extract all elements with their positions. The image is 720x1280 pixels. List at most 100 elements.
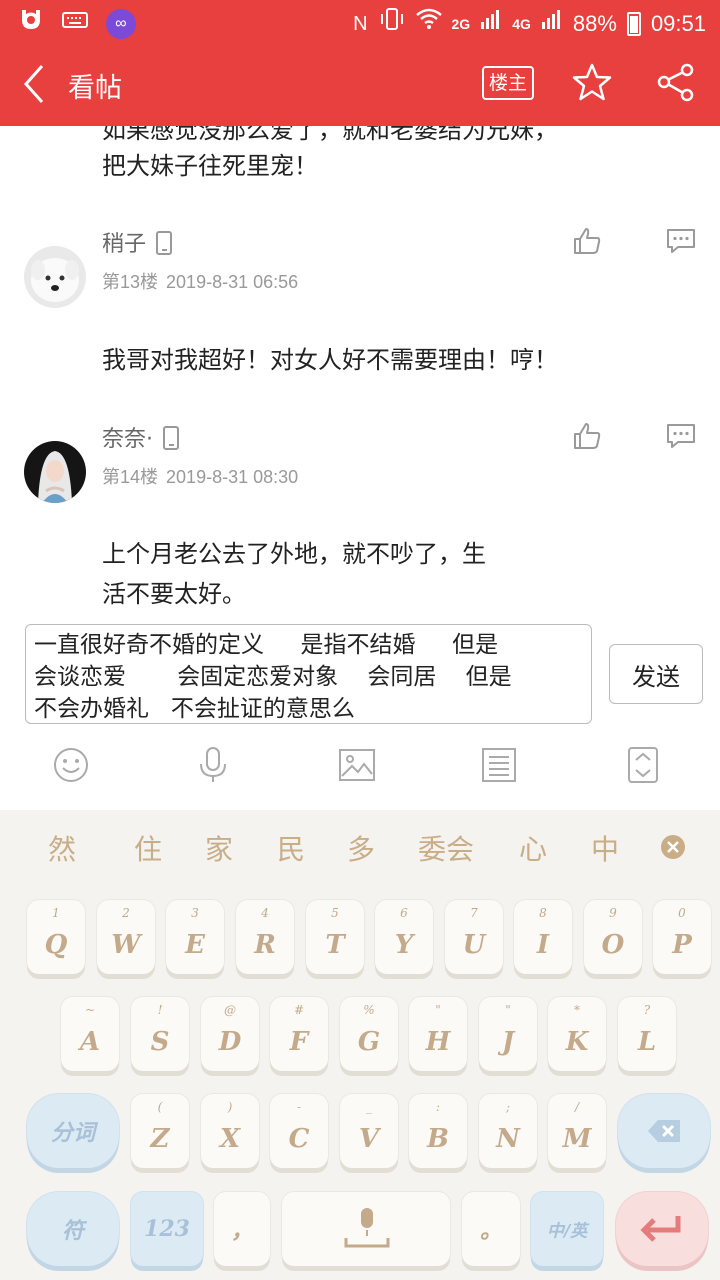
username[interactable]: 稍子 [102, 226, 173, 258]
key-label: D [218, 1027, 242, 1057]
key-sub: @ [224, 1003, 236, 1017]
symbol-key[interactable]: 符 [27, 1192, 119, 1266]
key-sub: # [293, 1003, 305, 1017]
candidate[interactable]: 民 [277, 828, 305, 868]
nfc-icon: N [353, 12, 368, 35]
candidate[interactable]: 家 [205, 828, 233, 868]
like-button[interactable] [572, 226, 602, 256]
voice-button[interactable] [194, 746, 234, 786]
thumbs-up-icon [574, 423, 601, 449]
comment-icon [667, 424, 695, 448]
microphone-icon [344, 1208, 390, 1248]
owner-only-button[interactable]: 楼主 [482, 66, 534, 100]
candidate[interactable]: 委会 [418, 828, 474, 868]
key-label: H [425, 1027, 451, 1057]
favorite-button[interactable] [572, 62, 612, 102]
key-sub: : [435, 1100, 441, 1114]
expand-button[interactable] [624, 746, 664, 786]
key-label: 分词 [50, 1120, 95, 1146]
post-text: 我哥对我超好！对女人好不需要理由！哼！ [102, 346, 558, 374]
share-button[interactable] [656, 62, 696, 102]
key-d[interactable]: @ D [201, 997, 259, 1071]
key-label: W [111, 930, 141, 960]
key-sub: 3 [191, 906, 199, 920]
image-button[interactable] [338, 746, 378, 786]
share-icon [657, 63, 694, 102]
language-switch-key[interactable]: 中/英 [531, 1192, 603, 1266]
username[interactable]: 奈奈· [102, 421, 179, 453]
space-voice-key[interactable] [282, 1192, 450, 1266]
mobile-device-icon [163, 426, 179, 450]
key-w[interactable]: 2W [97, 900, 155, 974]
key-i[interactable]: 8I [514, 900, 572, 974]
key-label: B [427, 1124, 449, 1154]
period-key[interactable]: 。 [462, 1192, 520, 1266]
reply-button[interactable] [666, 228, 696, 254]
candidate[interactable]: 多 [347, 828, 375, 868]
list-icon [482, 748, 516, 782]
key-q[interactable]: 1Q [27, 900, 85, 974]
candidate[interactable]: 中 [591, 828, 619, 868]
candidate[interactable]: 住 [134, 828, 162, 868]
key-label: Q [44, 930, 68, 960]
key-s[interactable]: ! S [131, 997, 189, 1071]
key-h[interactable]: " H [409, 997, 467, 1071]
reply-input[interactable]: 一直很好奇不婚的定义 是指不结婚 但是 会谈恋爱 会固定恋爱对象 会同居 但是 不会… [25, 624, 592, 724]
candidate[interactable]: 心 [519, 828, 547, 868]
key-k[interactable]: * K [548, 997, 606, 1071]
enter-icon [640, 1216, 681, 1242]
key-label: S [150, 1027, 170, 1057]
key-sub: 1 [52, 906, 60, 920]
key-r[interactable]: 4R [236, 900, 294, 974]
key-label: V [358, 1124, 380, 1154]
key-f[interactable]: # F [270, 997, 328, 1071]
like-button[interactable] [572, 421, 602, 451]
key-sub: - [296, 1100, 302, 1114]
key-sub: 0 [678, 906, 686, 920]
key-z[interactable]: (Z [131, 1094, 189, 1168]
key-label: K [565, 1027, 589, 1057]
key-p[interactable]: 0P [653, 900, 711, 974]
post-time: 2019-8-31 08:30 [166, 467, 299, 487]
key-sub: 8 [539, 906, 547, 920]
key-t[interactable]: 5T [306, 900, 364, 974]
key-j[interactable]: " J [479, 997, 537, 1071]
key-x[interactable]: ) X [201, 1094, 259, 1168]
key-v[interactable]: _ V [340, 1094, 398, 1168]
backspace-key[interactable] [618, 1094, 710, 1168]
key-m[interactable]: / M [548, 1094, 606, 1168]
key-y[interactable]: 6Y [375, 900, 433, 974]
app-header: 看帖 楼主 [0, 42, 720, 126]
enter-key[interactable] [616, 1192, 708, 1266]
split-word-key[interactable]: 分词 [27, 1094, 119, 1168]
number-key[interactable]: 123 [131, 1192, 203, 1266]
key-o[interactable]: 9O [584, 900, 642, 974]
key-label: U [462, 930, 486, 960]
key-label: N [496, 1124, 520, 1154]
back-button[interactable] [20, 64, 60, 104]
list-button[interactable] [480, 746, 520, 786]
reply-button[interactable] [666, 423, 696, 449]
key-n[interactable]: ; N [479, 1094, 537, 1168]
composer-toolbar [0, 740, 720, 790]
key-l[interactable]: ? L [618, 997, 676, 1071]
key-g[interactable]: % G [340, 997, 398, 1071]
key-label: T [325, 930, 345, 960]
send-button[interactable]: 发送 [609, 644, 703, 704]
key-sub: * [574, 1003, 580, 1017]
comma-key[interactable]: ， [214, 1192, 270, 1266]
avatar[interactable] [24, 246, 86, 308]
key-e[interactable]: 3E [166, 900, 224, 974]
close-candidates-button[interactable] [660, 834, 686, 864]
key-b[interactable]: :B [409, 1094, 467, 1168]
emoji-button[interactable] [52, 746, 92, 786]
key-u[interactable]: 7U [445, 900, 503, 974]
key-sub: ! [157, 1003, 163, 1017]
battery-icon [626, 11, 641, 36]
avatar[interactable] [24, 441, 86, 503]
key-a[interactable]: ~ A [61, 997, 119, 1071]
key-c[interactable]: -C [270, 1094, 328, 1168]
candidate[interactable]: 然 [48, 828, 76, 868]
reply-header: 奈奈· 第14楼 2019-8-31 08:30 [0, 421, 720, 503]
input-line: 一直很好奇不婚的定义 是指不结婚 但是 [34, 632, 499, 658]
